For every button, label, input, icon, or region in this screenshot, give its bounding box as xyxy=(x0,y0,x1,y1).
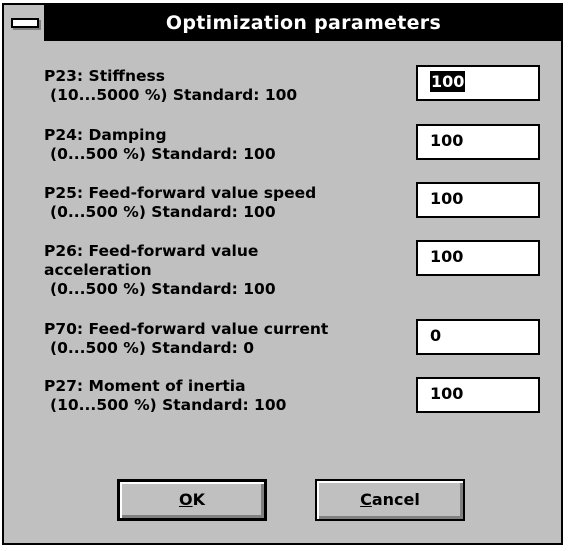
param-name: P25: Feed-forward value speed xyxy=(44,184,317,202)
param-name: P24: Damping xyxy=(44,126,167,144)
param-name: P70: Feed-forward value current xyxy=(44,320,329,338)
feed-forward-acceleration-field[interactable]: 100 xyxy=(416,240,540,276)
param-label-p26: P26: Feed-forward value acceleration (0.… xyxy=(44,242,354,299)
system-menu-icon xyxy=(11,18,39,28)
system-menu-button[interactable] xyxy=(4,5,46,41)
ok-mnemonic: O xyxy=(178,490,193,509)
optimization-parameters-dialog: Optimization parameters P23: Stiffness (… xyxy=(2,3,563,545)
cancel-button[interactable]: Cancel xyxy=(315,479,465,521)
stiffness-field[interactable]: 100 xyxy=(416,65,540,101)
param-name: P27: Moment of inertia xyxy=(44,377,246,395)
param-range: (10...500 %) Standard: 100 xyxy=(50,396,287,414)
param-range: (0...500 %) Standard: 100 xyxy=(50,280,276,298)
moment-of-inertia-field[interactable]: 100 xyxy=(416,377,540,413)
param-range: (10...5000 %) Standard: 100 xyxy=(50,86,298,104)
param-label-p25: P25: Feed-forward value speed (0...500 %… xyxy=(44,184,354,222)
param-label-p27: P27: Moment of inertia (10...500 %) Stan… xyxy=(44,377,354,415)
param-range: (0...500 %) Standard: 100 xyxy=(50,145,276,163)
title-bar: Optimization parameters xyxy=(4,5,561,41)
window-title: Optimization parameters xyxy=(165,12,442,34)
param-label-p70: P70: Feed-forward value current (0...500… xyxy=(44,320,354,358)
selected-text: 100 xyxy=(430,71,466,92)
damping-field[interactable]: 100 xyxy=(416,124,540,160)
cancel-mnemonic: C xyxy=(360,490,372,509)
param-range: (0...500 %) Standard: 0 xyxy=(50,339,255,357)
param-label-p24: P24: Damping (0...500 %) Standard: 100 xyxy=(44,126,354,164)
param-name: P23: Stiffness xyxy=(44,67,165,85)
ok-label: K xyxy=(192,490,205,509)
ok-button[interactable]: OK xyxy=(117,479,267,521)
cancel-label: ancel xyxy=(371,490,420,509)
feed-forward-current-field[interactable]: 0 xyxy=(416,319,540,355)
param-name-continued: acceleration xyxy=(44,261,152,279)
param-name: P26: Feed-forward value xyxy=(44,242,259,260)
feed-forward-speed-field[interactable]: 100 xyxy=(416,182,540,218)
param-range: (0...500 %) Standard: 100 xyxy=(50,203,276,221)
param-label-p23: P23: Stiffness (10...5000 %) Standard: 1… xyxy=(44,67,354,105)
